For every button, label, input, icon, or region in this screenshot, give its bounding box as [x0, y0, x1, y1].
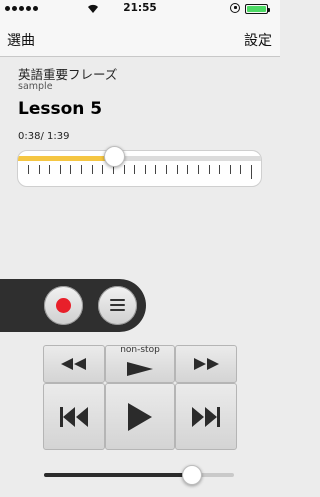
ruler-tick [176, 165, 178, 174]
skip-next-icon [192, 406, 220, 427]
ruler-tick [197, 165, 199, 174]
play-icon [127, 362, 153, 376]
nonstop-label: non-stop [120, 345, 160, 355]
ruler-tick [144, 165, 146, 174]
ruler-tick [229, 165, 231, 174]
record-button[interactable] [44, 286, 83, 325]
lesson-title: Lesson 5 [18, 99, 103, 119]
ruler-tick [102, 165, 104, 174]
play-button[interactable] [105, 383, 175, 450]
fast-forward-icon [194, 358, 219, 370]
playback-position-slider[interactable] [17, 150, 262, 187]
skip-previous-button[interactable] [43, 383, 105, 450]
rewind-icon [61, 358, 86, 370]
ruler-tick [38, 165, 40, 174]
status-bar: 21:55 [0, 0, 280, 20]
ruler-tick [166, 165, 168, 174]
ruler-tick [155, 165, 157, 174]
skip-previous-icon [60, 406, 88, 427]
fast-forward-button[interactable] [175, 345, 237, 383]
volume-fill [44, 473, 191, 477]
playback-progress-fill [18, 156, 111, 161]
ruler-tick [123, 165, 125, 174]
select-song-button[interactable]: 選曲 [7, 30, 35, 50]
ruler-ticks [28, 165, 252, 179]
ruler-tick [219, 165, 221, 174]
ruler-tick [208, 165, 210, 174]
volume-slider[interactable] [44, 473, 234, 477]
ruler-tick [28, 165, 29, 174]
orientation-lock-icon [230, 3, 240, 13]
record-icon [56, 298, 71, 313]
ruler-tick [240, 165, 242, 174]
ruler-tick [81, 165, 83, 174]
navigation-bar: 選曲 設定 [0, 20, 280, 57]
time-display: 0:38/ 1:39 [18, 131, 70, 142]
ruler-tick [91, 165, 93, 174]
recorder-bar [0, 279, 146, 332]
ruler-tick [134, 165, 136, 174]
ruler-tick [187, 165, 189, 174]
playback-slider-thumb[interactable] [104, 146, 125, 167]
ruler-tick [49, 165, 51, 174]
skip-next-button[interactable] [175, 383, 237, 450]
settings-button[interactable]: 設定 [244, 30, 272, 50]
ruler-tick [70, 165, 72, 174]
volume-slider-thumb[interactable] [182, 465, 202, 485]
menu-button[interactable] [98, 286, 137, 325]
rewind-button[interactable] [43, 345, 105, 383]
play-icon [128, 402, 152, 431]
battery-icon [245, 4, 270, 14]
ruler-tick [59, 165, 61, 174]
track-subtitle: sample [18, 81, 53, 92]
menu-icon [110, 299, 125, 314]
ruler-tick [251, 165, 252, 179]
playback-track [18, 156, 261, 161]
